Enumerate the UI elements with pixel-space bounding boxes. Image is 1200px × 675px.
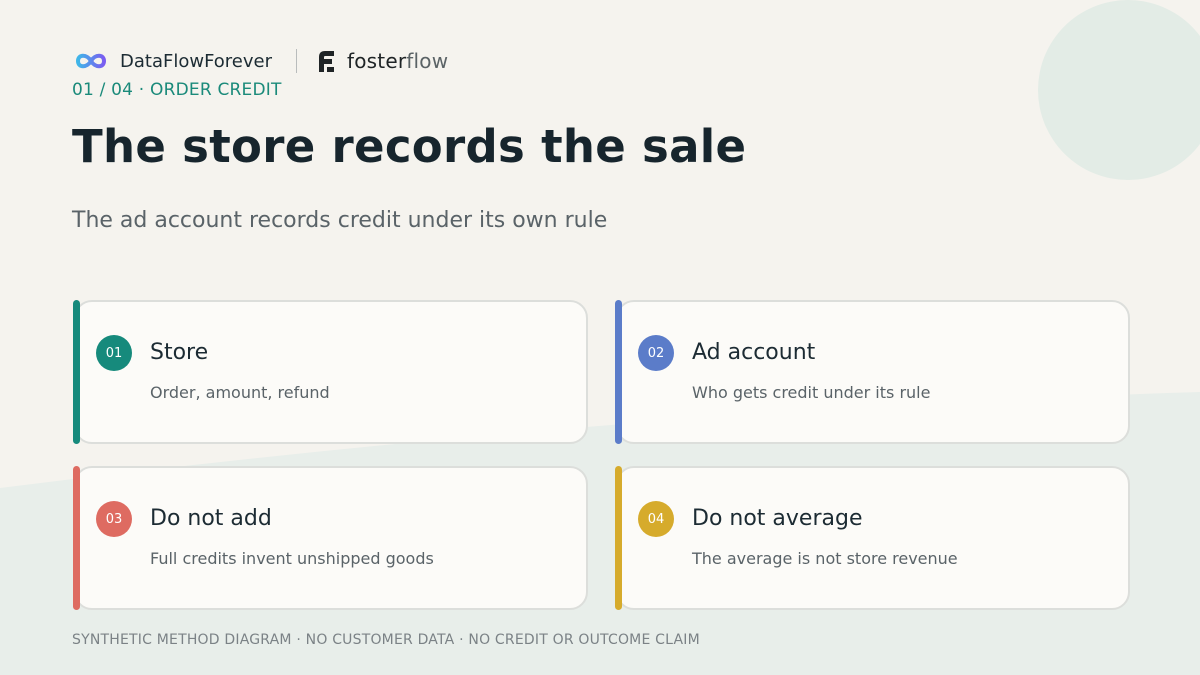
card-accent-bar bbox=[615, 300, 622, 444]
card-title: Do not average bbox=[692, 506, 863, 531]
partner-logo-icon bbox=[319, 51, 334, 72]
brand-divider bbox=[296, 49, 297, 73]
footer-note: SYNTHETIC METHOD DIAGRAM · NO CUSTOMER D… bbox=[72, 632, 700, 648]
card-accent-bar bbox=[73, 300, 80, 444]
card-accent-bar bbox=[615, 466, 622, 610]
eyebrow: 01 / 04 · ORDER CREDIT bbox=[72, 80, 282, 100]
page-subtitle: The ad account records credit under its … bbox=[72, 208, 608, 233]
card-accent-bar bbox=[73, 466, 80, 610]
partner-name-light: flow bbox=[406, 49, 449, 73]
card-description: Order, amount, refund bbox=[150, 383, 330, 402]
partner-name: fosterflow bbox=[347, 49, 448, 73]
brand-header: DataFlowForever fosterflow bbox=[74, 46, 448, 76]
card-number-badge: 03 bbox=[96, 501, 132, 537]
page-title: The store records the sale bbox=[72, 120, 747, 173]
card-number-badge: 04 bbox=[638, 501, 674, 537]
card-description: Full credits invent unshipped goods bbox=[150, 549, 434, 568]
card-do-not-add: 03 Do not add Full credits invent unship… bbox=[73, 466, 588, 610]
card-do-not-average: 04 Do not average The average is not sto… bbox=[615, 466, 1130, 610]
card-description: Who gets credit under its rule bbox=[692, 383, 931, 402]
card-number-badge: 02 bbox=[638, 335, 674, 371]
card-title: Store bbox=[150, 340, 209, 365]
card-title: Ad account bbox=[692, 340, 816, 365]
card-number-badge: 01 bbox=[96, 335, 132, 371]
card-description: The average is not store revenue bbox=[692, 549, 958, 568]
brand-name: DataFlowForever bbox=[120, 50, 272, 72]
card-store: 01 Store Order, amount, refund bbox=[73, 300, 588, 444]
card-ad-account: 02 Ad account Who gets credit under its … bbox=[615, 300, 1130, 444]
partner-name-bold: foster bbox=[347, 49, 407, 73]
infinity-logo-icon bbox=[75, 53, 107, 69]
card-title: Do not add bbox=[150, 506, 272, 531]
